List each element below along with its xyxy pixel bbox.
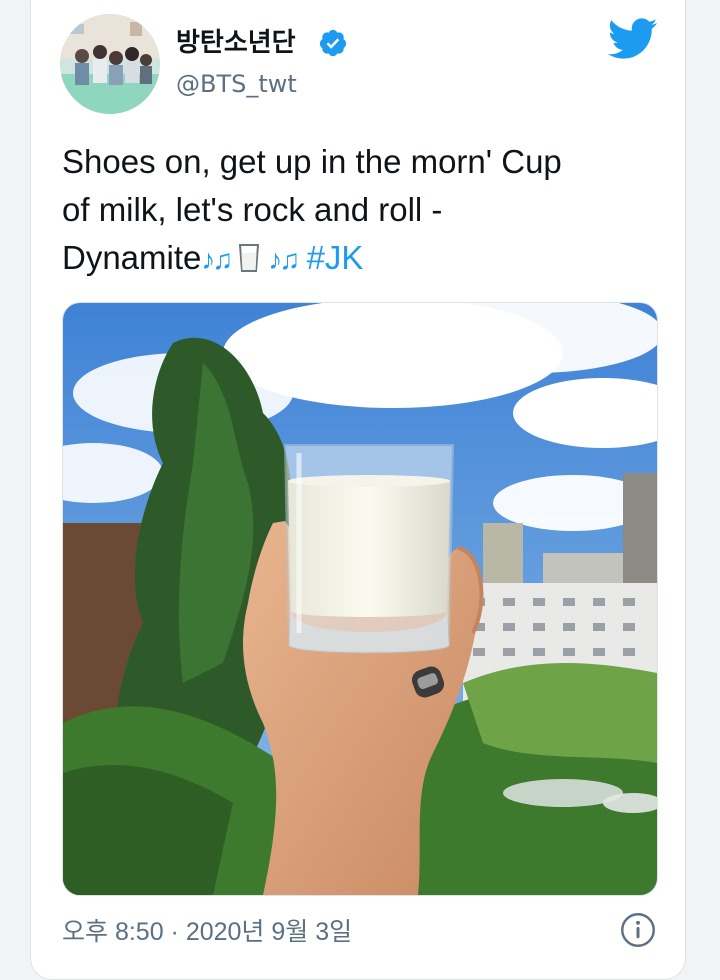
user-handle[interactable]: @BTS_twt: [176, 70, 297, 98]
tweet-text-line-2: of milk, let's rock and roll -: [62, 191, 443, 228]
hashtag-link[interactable]: #JK: [307, 239, 364, 276]
twitter-bird-icon[interactable]: [608, 18, 658, 60]
info-icon[interactable]: [620, 912, 656, 948]
avatar-image: [60, 14, 160, 114]
verified-badge-icon: [319, 29, 347, 57]
profile-avatar[interactable]: [60, 14, 160, 114]
photo-milk-glass-in-hand: [63, 303, 657, 895]
tweet-text-line-3: Dynamite♪♫ ♪♫ #JK: [62, 234, 662, 286]
tweet-timestamp[interactable]: 오후 8:50 · 2020년 9월 3일: [62, 912, 352, 948]
music-notes-emoji-2: ♪♫: [268, 244, 300, 275]
tweet-photo[interactable]: [62, 302, 658, 896]
glass-of-milk-icon: [238, 238, 260, 286]
display-name[interactable]: 방탄소년단: [176, 22, 296, 59]
tweet-text-dynamite: Dynamite: [62, 239, 202, 276]
tweet-text: Shoes on, get up in the morn' Cup of mil…: [62, 138, 662, 286]
tweet-text-line-1: Shoes on, get up in the morn' Cup: [62, 143, 562, 180]
music-notes-emoji: ♪♫: [201, 244, 233, 275]
